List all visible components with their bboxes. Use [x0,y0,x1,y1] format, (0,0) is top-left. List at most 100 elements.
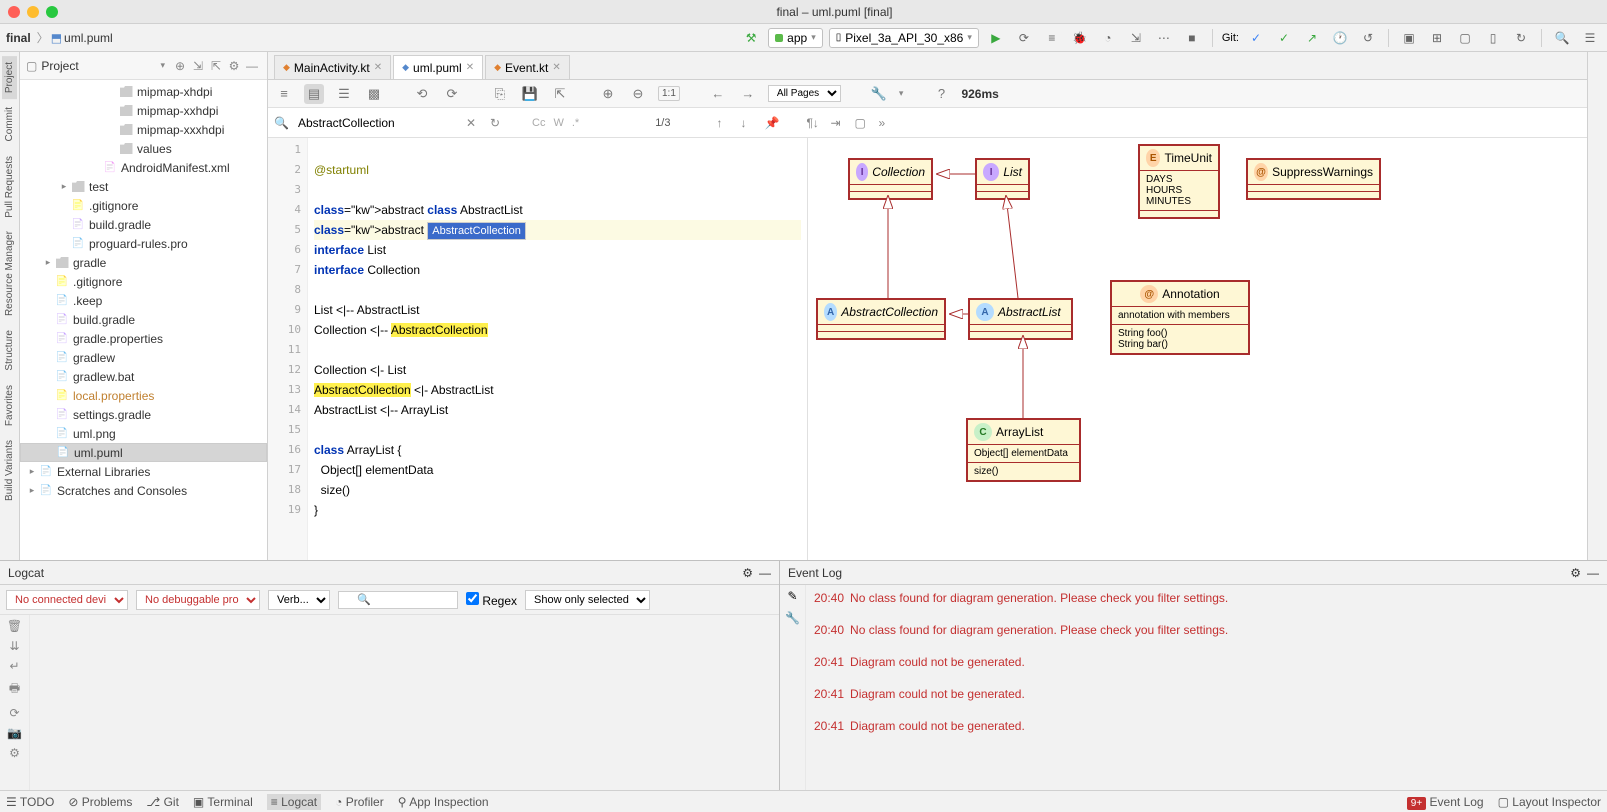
search-everywhere-icon[interactable]: 🔍 [1551,27,1573,49]
export-icon[interactable]: ⇱ [550,84,570,104]
search-input[interactable] [298,116,458,130]
tree-item[interactable]: ▸📄Scratches and Consoles [20,481,267,500]
prev-result-icon[interactable]: ↑ [716,116,732,130]
tree-item[interactable]: 📄build.gradle [20,310,267,329]
git-commit-icon[interactable]: ✓ [1273,27,1295,49]
prev-page-icon[interactable]: ← [708,84,728,104]
clear-search-icon[interactable]: ✕ [466,116,482,130]
expand-icon[interactable]: ⇲ [189,57,207,75]
breadcrumb-file[interactable]: uml.puml [64,31,113,45]
zoom-reset[interactable]: 1:1 [658,86,680,101]
status-todo[interactable]: ☰ TODO [6,795,54,809]
avd-icon[interactable]: ▣ [1398,27,1420,49]
uml-preview[interactable]: ICollection IList AAbstractCollection AA… [808,138,1587,560]
hide-icon[interactable]: — [759,566,771,580]
status-terminal[interactable]: ▣ Terminal [193,795,253,809]
run-config-select[interactable]: app ▾ [768,28,823,48]
tree-item[interactable]: ▸📄External Libraries [20,462,267,481]
stop-button[interactable]: ■ [1181,27,1203,49]
next-page-icon[interactable]: → [738,84,758,104]
rail-commit[interactable]: Commit [2,101,17,147]
tree-item[interactable]: 📄gradle.properties [20,329,267,348]
status-logcat[interactable]: ≡ Logcat [267,794,321,810]
auto-refresh-icon[interactable]: ⟳ [442,84,462,104]
zoom-out-icon[interactable]: ⊖ [628,84,648,104]
chevron-down-icon[interactable]: ▾ [899,88,904,99]
copy-icon[interactable]: ⎘ [490,84,510,104]
scroll-end-icon[interactable]: ⇊ [9,639,19,653]
page-select[interactable]: All Pages [768,85,841,102]
logcat-content[interactable] [30,615,779,790]
status-layoutinspector[interactable]: ▢ Layout Inspector [1498,795,1601,809]
settings-icon[interactable]: ⚙ [9,746,20,760]
edit-icon[interactable]: ✎ [787,589,797,603]
soft-wrap-icon[interactable]: ↵ [9,659,19,673]
trash-icon[interactable]: 🗑 [7,619,22,633]
rail-favorites[interactable]: Favorites [2,379,17,432]
log-search-input[interactable] [338,591,458,609]
sync-icon[interactable]: ↻ [1510,27,1532,49]
regex-checkbox[interactable]: Regex [466,592,517,608]
tree-item[interactable]: 📄local.properties [20,386,267,405]
tree-item[interactable]: mipmap-xhdpi [20,82,267,101]
select-all-icon[interactable]: ⇥ [830,116,846,130]
wrench-icon[interactable]: 🔧 [785,611,800,625]
code-editor[interactable]: @startumlclass="kw">abstract class Abstr… [308,138,808,560]
device-select[interactable]: ▯ Pixel_3a_API_30_x86 ▾ [829,28,979,48]
tree-item[interactable]: 📄build.gradle [20,215,267,234]
rail-build-variants[interactable]: Build Variants [2,434,17,507]
process-filter[interactable]: No debuggable pro [136,590,260,610]
status-problems[interactable]: ⊘ Problems [68,795,132,809]
attach-debugger-icon[interactable]: ⇲ [1125,27,1147,49]
next-result-icon[interactable]: ↓ [740,116,756,130]
gear-icon[interactable]: ⚙ [742,566,753,580]
tree-item[interactable]: 📄.gitignore [20,272,267,291]
filter-icon[interactable]: ▢ [854,116,870,130]
sdk-icon[interactable]: ⊞ [1426,27,1448,49]
align-left-icon[interactable]: ≡ [274,84,294,104]
tree-item[interactable]: 📄uml.png [20,424,267,443]
hide-icon[interactable]: — [243,57,261,75]
gear-icon[interactable]: ⚙ [225,57,243,75]
device-filter[interactable]: No connected devi [6,590,128,610]
maximize-icon[interactable] [46,6,58,18]
editor-tab[interactable]: ◆uml.puml✕ [393,55,483,79]
tree-item[interactable]: 📄settings.gradle [20,405,267,424]
editor-tab[interactable]: ◆Event.kt✕ [485,55,570,79]
tree-item[interactable]: ▸test [20,177,267,196]
status-eventlog[interactable]: 9+ Event Log [1407,795,1484,809]
editor-tab[interactable]: ◆MainActivity.kt✕ [274,55,391,79]
status-appinspection[interactable]: ⚲ App Inspection [398,795,489,809]
chevron-down-icon[interactable]: ▾ [160,60,165,71]
tree-item[interactable]: 📄proguard-rules.pro [20,234,267,253]
git-update-icon[interactable]: ✓ [1245,27,1267,49]
tree-item[interactable]: 📄gradlew [20,348,267,367]
device-file-icon[interactable]: ▯ [1482,27,1504,49]
status-git[interactable]: ⎇ Git [146,795,179,809]
pilcrow-icon[interactable]: ¶↓ [806,116,822,130]
align-justify-icon[interactable]: ▤ [304,84,324,104]
rail-structure[interactable]: Structure [2,324,17,377]
tree-item[interactable]: 📄gradlew.bat [20,367,267,386]
zoom-in-icon[interactable]: ⊕ [598,84,618,104]
minimize-icon[interactable] [27,6,39,18]
collapse-icon[interactable]: ⇱ [207,57,225,75]
more-icon[interactable]: » [878,116,894,130]
tree-item[interactable]: ▸gradle [20,253,267,272]
show-filter[interactable]: Show only selected [525,590,650,610]
profile-button[interactable]: ◔ [1097,27,1119,49]
hide-icon[interactable]: — [1587,566,1599,580]
tree-item[interactable]: mipmap-xxhdpi [20,101,267,120]
tree-item[interactable]: mipmap-xxxhdpi [20,120,267,139]
debug-apply-icon[interactable]: ⟳ [1013,27,1035,49]
hammer-icon[interactable]: ⚒ [740,27,762,49]
eventlog-content[interactable]: 20:40No class found for diagram generati… [806,585,1607,790]
align-center-icon[interactable]: ☰ [334,84,354,104]
breadcrumb-project[interactable]: final [6,31,31,45]
status-profiler[interactable]: ◔ Profiler [335,795,384,809]
level-filter[interactable]: Verb... [268,590,330,610]
history-icon[interactable]: ↻ [490,116,506,130]
whole-word[interactable]: W [553,117,563,129]
tree-item[interactable]: 📄.gitignore [20,196,267,215]
target-icon[interactable]: ⊕ [171,57,189,75]
